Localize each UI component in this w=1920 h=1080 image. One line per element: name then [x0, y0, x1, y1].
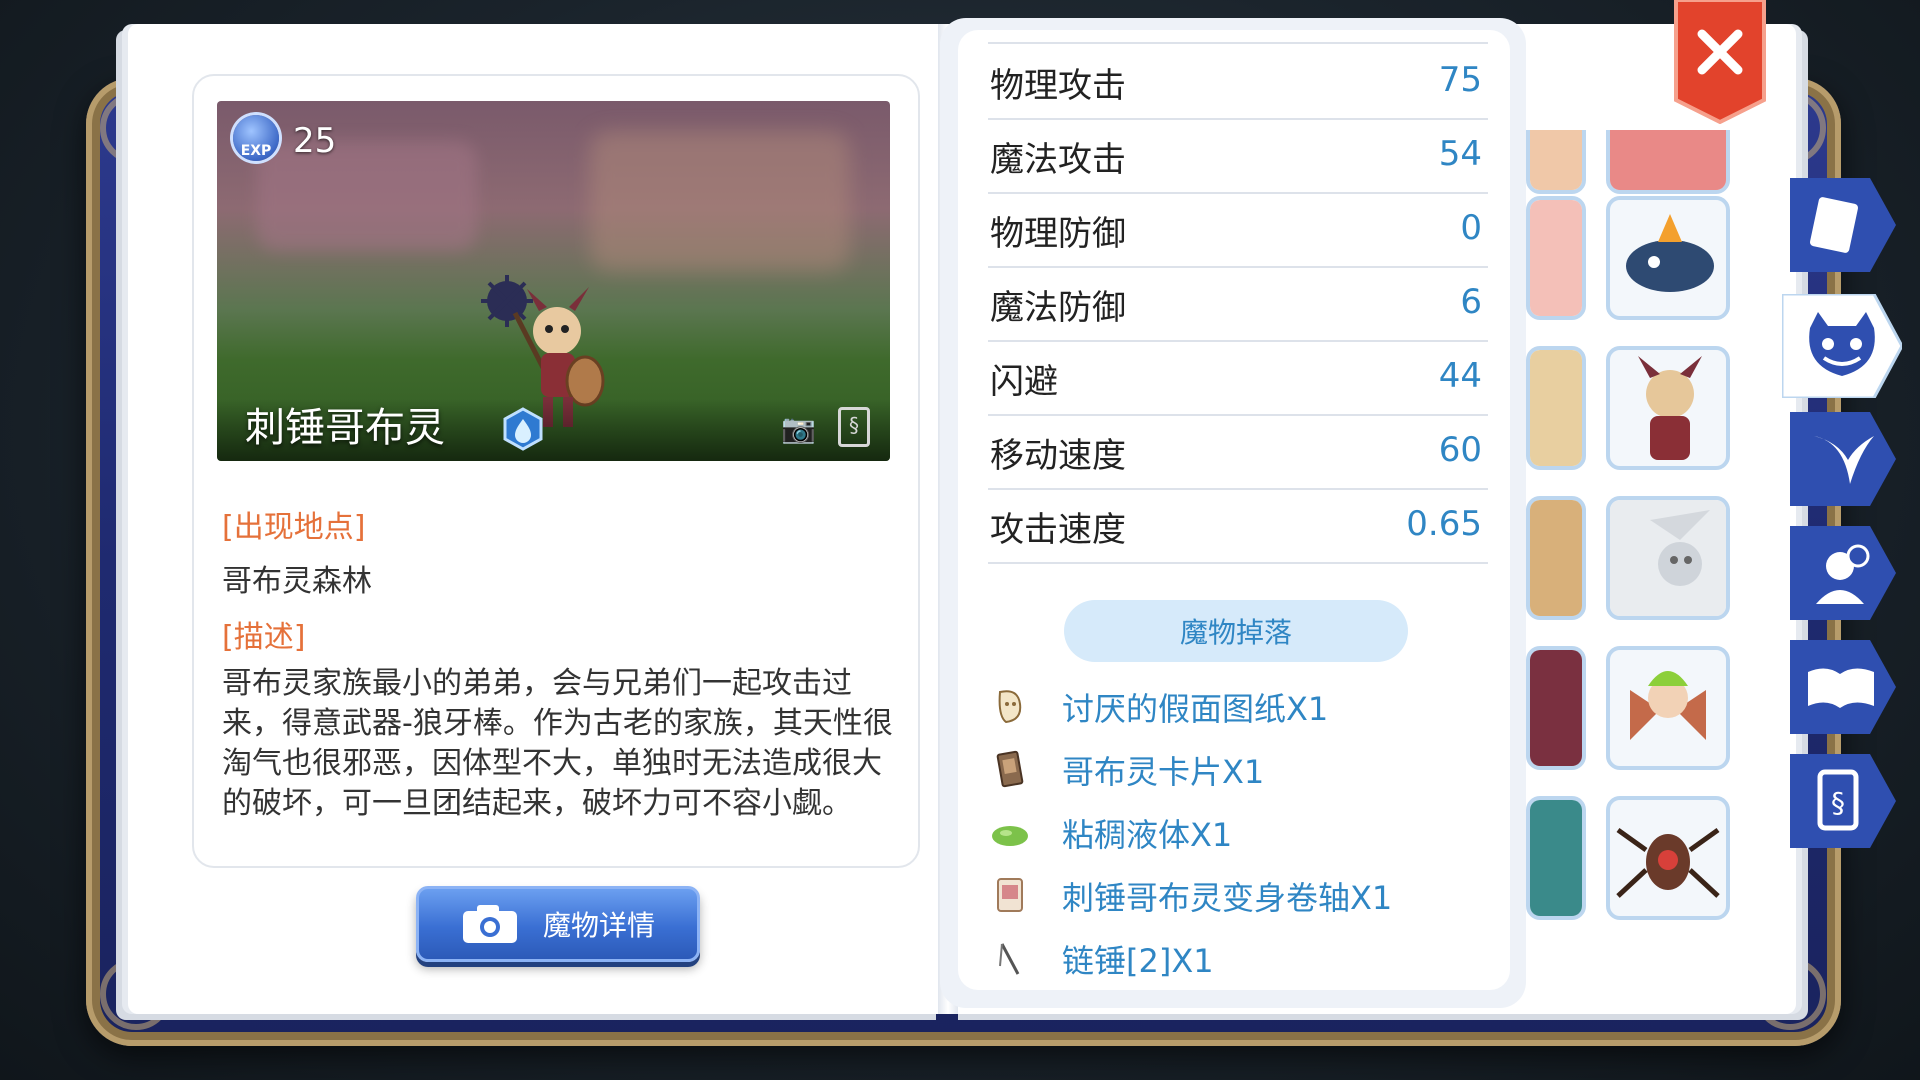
stat-row-attack-speed: 攻击速度 0.65 — [988, 488, 1488, 564]
flail-icon — [999, 943, 1020, 975]
drop-item[interactable]: 粘稠液体X1 — [990, 804, 1510, 860]
background-blur — [590, 131, 850, 271]
stat-row-magic-defense: 魔法防御 6 — [988, 266, 1488, 342]
drop-item[interactable]: 刺锤哥布灵变身卷轴X1 — [990, 867, 1510, 923]
monster-thumbnail — [1610, 500, 1726, 616]
monster-name: 刺锤哥布灵 — [245, 405, 445, 451]
monster-tile[interactable] — [1526, 646, 1586, 770]
slime-icon — [992, 826, 1028, 846]
svg-text:§: § — [1831, 786, 1845, 819]
stat-row-physical-attack: 物理攻击 75 — [988, 44, 1488, 120]
stat-row-physical-defense: 物理防御 0 — [988, 192, 1488, 268]
background-blur — [257, 141, 477, 251]
stat-row-move-speed: 移动速度 60 — [988, 414, 1488, 490]
stat-label: 魔法攻击 — [990, 140, 1126, 180]
monster-tile[interactable] — [1606, 796, 1730, 920]
monster-thumbnail — [1626, 214, 1714, 292]
monster-thumbnail — [1638, 356, 1702, 460]
monster-tile[interactable] — [1606, 130, 1730, 194]
stat-value: 44 — [1438, 356, 1482, 396]
monster-tile[interactable] — [1526, 130, 1586, 194]
monster-list-grid[interactable] — [1526, 130, 1756, 930]
water-element-icon — [503, 407, 543, 451]
monster-tile[interactable] — [1606, 196, 1730, 320]
stat-value: 0.65 — [1406, 504, 1482, 544]
description-text: 哥布灵家族最小的弟弟，会与兄弟们一起攻击过来，得意武器-狼牙棒。作为古老的家族，… — [222, 666, 893, 821]
monster-tile[interactable] — [1526, 796, 1586, 920]
location-title: [出现地点] — [222, 510, 366, 545]
monster-portrait: EXP 25 刺锤哥布灵 📷 § — [217, 101, 890, 461]
stat-value: 60 — [1438, 430, 1482, 470]
drop-item-label: 刺锤哥布灵变身卷轴X1 — [1062, 879, 1393, 917]
monster-detail-label: 魔物详情 — [542, 909, 655, 942]
scroll-icon — [997, 878, 1023, 912]
drop-item-label: 讨厌的假面图纸X1 — [1062, 690, 1329, 728]
monster-tile[interactable] — [1526, 196, 1586, 320]
drop-item[interactable]: 讨厌的假面图纸X1 — [990, 678, 1510, 734]
stat-value: 0 — [1460, 208, 1482, 248]
stat-label: 魔法防御 — [990, 288, 1126, 328]
monster-card-icon[interactable]: § — [838, 407, 870, 447]
monster-tile[interactable] — [1526, 496, 1586, 620]
card-icon — [996, 750, 1024, 788]
drop-item-label: 粘稠液体X1 — [1062, 816, 1233, 854]
stat-label: 攻击速度 — [990, 510, 1126, 550]
tab-book[interactable] — [1790, 178, 1896, 272]
monster-thumbnail — [1616, 827, 1720, 898]
monster-tile[interactable] — [1606, 496, 1730, 620]
close-button[interactable] — [1672, 0, 1768, 124]
monster-tile[interactable] — [1606, 346, 1730, 470]
tab-claw[interactable] — [1790, 412, 1896, 506]
drop-item-label: 链锤[2]X1 — [1062, 942, 1214, 980]
stat-label: 物理攻击 — [990, 66, 1126, 106]
exp-star-icon: EXP — [233, 115, 279, 161]
stat-label: 物理防御 — [990, 214, 1126, 254]
monster-drops-header[interactable]: 魔物掉落 — [1064, 600, 1408, 662]
monster-tile[interactable] — [1526, 346, 1586, 470]
stat-row-magic-attack: 魔法攻击 54 — [988, 118, 1488, 194]
monster-detail-button[interactable]: 魔物详情 — [416, 886, 700, 962]
location-value: 哥布灵森林 — [222, 564, 372, 599]
blueprint-icon — [998, 690, 1022, 724]
tab-cards[interactable]: § — [1790, 754, 1896, 848]
drop-item[interactable]: 链锤[2]X1 — [990, 930, 1510, 986]
exp-badge-label: EXP — [240, 143, 272, 159]
monster-tile[interactable] — [1606, 646, 1730, 770]
camera-icon — [462, 905, 517, 943]
stat-value: 75 — [1438, 60, 1482, 100]
stat-row-evasion: 闪避 44 — [988, 340, 1488, 416]
monster-thumbnail — [1630, 671, 1706, 740]
stat-value: 6 — [1460, 282, 1482, 322]
open-book-icon — [1808, 668, 1874, 708]
stat-label: 闪避 — [990, 362, 1058, 402]
tab-npc[interactable] — [1790, 526, 1896, 620]
tab-guide[interactable] — [1790, 640, 1896, 734]
description-title: [描述] — [222, 620, 306, 655]
stat-label: 移动速度 — [990, 436, 1126, 476]
drop-item-label: 哥布灵卡片X1 — [1062, 753, 1265, 791]
stat-value: 54 — [1438, 134, 1482, 174]
camera-icon[interactable]: 📷 — [781, 412, 816, 445]
tab-monsters[interactable] — [1782, 294, 1902, 398]
exp-value: 25 — [293, 121, 337, 161]
drop-item[interactable]: 哥布灵卡片X1 — [990, 741, 1510, 797]
